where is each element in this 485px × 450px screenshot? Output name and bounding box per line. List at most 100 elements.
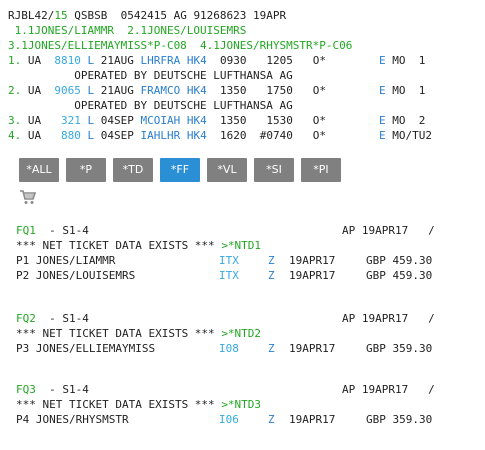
segment-status[interactable]: HK4 [187, 114, 207, 127]
segment-departure-time: 0930 [220, 54, 247, 67]
fare-z-indicator[interactable]: Z [268, 268, 275, 283]
segment-date: 21AUG [100, 84, 134, 97]
fare-quote-number[interactable]: FQ1 [16, 224, 36, 237]
segment-row[interactable]: 3. UA 321 L 04SEP MCOIAH HK4 1350 1530 O… [8, 113, 481, 128]
segment-class[interactable]: L [88, 129, 95, 142]
net-ticket-data-line: *** NET TICKET DATA EXISTS *** >*NTD1 [16, 238, 481, 253]
agent-number: 15 [54, 9, 68, 22]
fare-quote-header: FQ3 - S1-4 AP 19APR17 / [16, 382, 481, 397]
fare-z-indicator[interactable]: Z [268, 412, 275, 427]
fare-amount: GBP 359.30 [366, 342, 433, 355]
passenger-type-code[interactable]: ITX [219, 268, 239, 283]
command-button-bar: *ALL *P *TD *FF *VL *SI *PI [19, 158, 348, 182]
segment-day: MO/TU2 [392, 129, 432, 142]
segment-carrier: UA [27, 84, 42, 97]
segment-carrier: UA [27, 54, 42, 67]
passenger-names-line-2[interactable]: 3.1JONES/ELLIEMAYMISS*P-C08 4.1JONES/RHY… [8, 38, 481, 53]
segment-eticket-indicator[interactable]: E [379, 129, 386, 142]
segment-flag: O* [312, 114, 326, 127]
segment-date: 04SEP [100, 129, 134, 142]
net-ticket-data-text: *** NET TICKET DATA EXISTS *** [16, 327, 222, 340]
segment-row[interactable]: 2. UA 9065 L 21AUG FRAMCO HK4 1350 1750 … [8, 83, 481, 98]
fare-passenger-row: P1 JONES/LIAMMR ITX Z 19APR17 GBP 459.30 [16, 253, 481, 268]
segment-eticket-indicator[interactable]: E [379, 84, 386, 97]
fare-z-indicator[interactable]: Z [268, 341, 275, 356]
net-ticket-data-text: *** NET TICKET DATA EXISTS *** [16, 239, 222, 252]
fare-date: 19APR17 [289, 413, 336, 426]
passenger-name: P3 JONES/ELLIEMAYMISS [16, 342, 156, 355]
itinerary-display: RJBL42/15 QSBSB 0542415 AG 91268623 19AP… [8, 8, 481, 143]
fare-date: 19APR17 [289, 254, 336, 267]
segment-number[interactable]: 2. [8, 84, 21, 97]
passenger-type-code[interactable]: ITX [219, 253, 239, 268]
segment-row[interactable]: 1. UA 8810 L 21AUG LHRFRA HK4 0930 1205 … [8, 53, 481, 68]
button-td[interactable]: *TD [113, 158, 153, 182]
fare-quote-advance-purchase: AP 19APR17 / [342, 224, 435, 237]
net-ticket-data-link[interactable]: >*NTD3 [221, 398, 261, 411]
fare-quote-number[interactable]: FQ2 [16, 312, 36, 325]
button-si[interactable]: *SI [254, 158, 294, 182]
segment-arrival-time: #0740 [259, 129, 293, 142]
segment-route[interactable]: IAHLHR [141, 129, 181, 142]
operated-by-line: OPERATED BY DEUTSCHE LUFTHANSA AG [8, 99, 293, 112]
button-pi[interactable]: *PI [301, 158, 341, 182]
segment-class[interactable]: L [88, 54, 95, 67]
segment-number[interactable]: 1. [8, 54, 21, 67]
fare-quote-advance-purchase: AP 19APR17 / [342, 312, 435, 325]
segment-eticket-indicator[interactable]: E [379, 54, 386, 67]
operated-by-line: OPERATED BY DEUTSCHE LUFTHANSA AG [8, 69, 293, 82]
button-all[interactable]: *ALL [19, 158, 59, 182]
segment-number[interactable]: 3. [8, 114, 21, 127]
segment-row[interactable]: 4. UA 880 L 04SEP IAHLHR HK4 1620 #0740 … [8, 128, 481, 143]
segment-flight-number[interactable]: 321 [61, 114, 81, 127]
segment-class[interactable]: L [88, 114, 95, 127]
fare-quote-number[interactable]: FQ3 [16, 383, 36, 396]
fare-quote-segments: - S1-4 [49, 383, 89, 396]
fare-quote-advance-purchase: AP 19APR17 / [342, 383, 435, 396]
fare-date: 19APR17 [289, 269, 336, 282]
fare-quote-header: FQ1 - S1-4 AP 19APR17 / [16, 223, 481, 238]
segment-number[interactable]: 4. [8, 129, 21, 142]
segment-route[interactable]: FRAMCO [141, 84, 181, 97]
segment-flight-number[interactable]: 880 [61, 129, 81, 142]
segment-flag: O* [312, 84, 326, 97]
passenger-type-code[interactable]: I06 [219, 412, 239, 427]
button-ff[interactable]: *FF [160, 158, 200, 182]
button-vl[interactable]: *VL [207, 158, 247, 182]
passenger-name: P2 JONES/LOUISEMRS [16, 269, 136, 282]
segment-date: 21AUG [100, 54, 134, 67]
segment-flight-number[interactable]: 9065 [54, 84, 81, 97]
segment-date: 04SEP [100, 114, 134, 127]
fare-quote-block: FQ1 - S1-4 AP 19APR17 /*** NET TICKET DAT… [16, 223, 481, 283]
record-locator[interactable]: RJBL42/ [8, 9, 54, 22]
fare-passenger-row: P3 JONES/ELLIEMAYMISS I08 Z 19APR17 GBP 359.… [16, 341, 481, 356]
segment-departure-time: 1350 [220, 84, 247, 97]
fare-quote-header: FQ2 - S1-4 AP 19APR17 / [16, 311, 481, 326]
record-header-line: RJBL42/15 QSBSB 0542415 AG 91268623 19AP… [8, 8, 481, 23]
fare-z-indicator[interactable]: Z [268, 253, 275, 268]
segment-departure-time: 1350 [220, 114, 247, 127]
passenger-name: P4 JONES/RHYSMSTR [16, 413, 129, 426]
segment-carrier: UA [27, 114, 42, 127]
passenger-names-line-1[interactable]: 1.1JONES/LIAMMR 2.1JONES/LOUISEMRS [8, 23, 481, 38]
fare-quote-segments: - S1-4 [49, 312, 89, 325]
segment-flag: O* [312, 54, 326, 67]
segment-route[interactable]: LHRFRA [141, 54, 181, 67]
net-ticket-data-line: *** NET TICKET DATA EXISTS *** >*NTD3 [16, 397, 481, 412]
net-ticket-data-link[interactable]: >*NTD2 [221, 327, 261, 340]
passenger-type-code[interactable]: I08 [219, 341, 239, 356]
net-ticket-data-link[interactable]: >*NTD1 [221, 239, 261, 252]
segment-route[interactable]: MCOIAH [141, 114, 181, 127]
segment-arrival-time: 1205 [266, 54, 293, 67]
shopping-cart-icon[interactable] [19, 188, 37, 206]
segment-day: MO [392, 114, 406, 127]
segment-flight-number[interactable]: 8810 [54, 54, 81, 67]
segment-class[interactable]: L [88, 84, 95, 97]
segment-status[interactable]: HK4 [187, 54, 207, 67]
segment-list: 1. UA 8810 L 21AUG LHRFRA HK4 0930 1205 … [8, 53, 481, 143]
net-ticket-data-line: *** NET TICKET DATA EXISTS *** >*NTD2 [16, 326, 481, 341]
segment-eticket-indicator[interactable]: E [379, 114, 386, 127]
segment-status[interactable]: HK4 [187, 129, 207, 142]
button-p[interactable]: *P [66, 158, 106, 182]
segment-status[interactable]: HK4 [187, 84, 207, 97]
